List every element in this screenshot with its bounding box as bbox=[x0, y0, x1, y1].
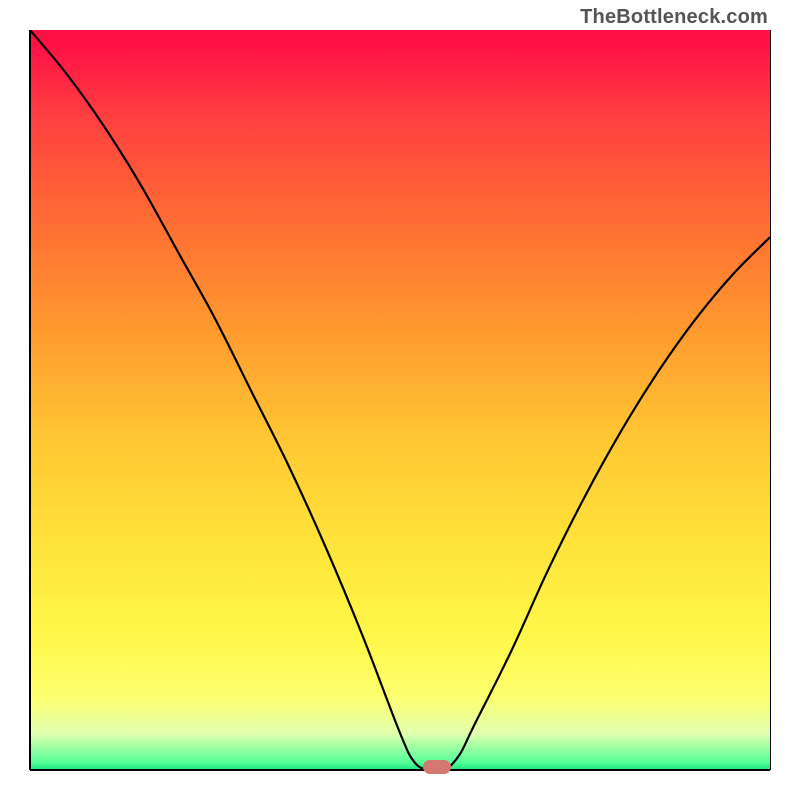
bottleneck-curve bbox=[30, 30, 770, 770]
attribution-label: TheBottleneck.com bbox=[580, 6, 768, 29]
bottleneck-chart: TheBottleneck.com bbox=[0, 0, 800, 800]
curve-path bbox=[30, 30, 770, 770]
optimal-point-marker bbox=[423, 760, 451, 774]
